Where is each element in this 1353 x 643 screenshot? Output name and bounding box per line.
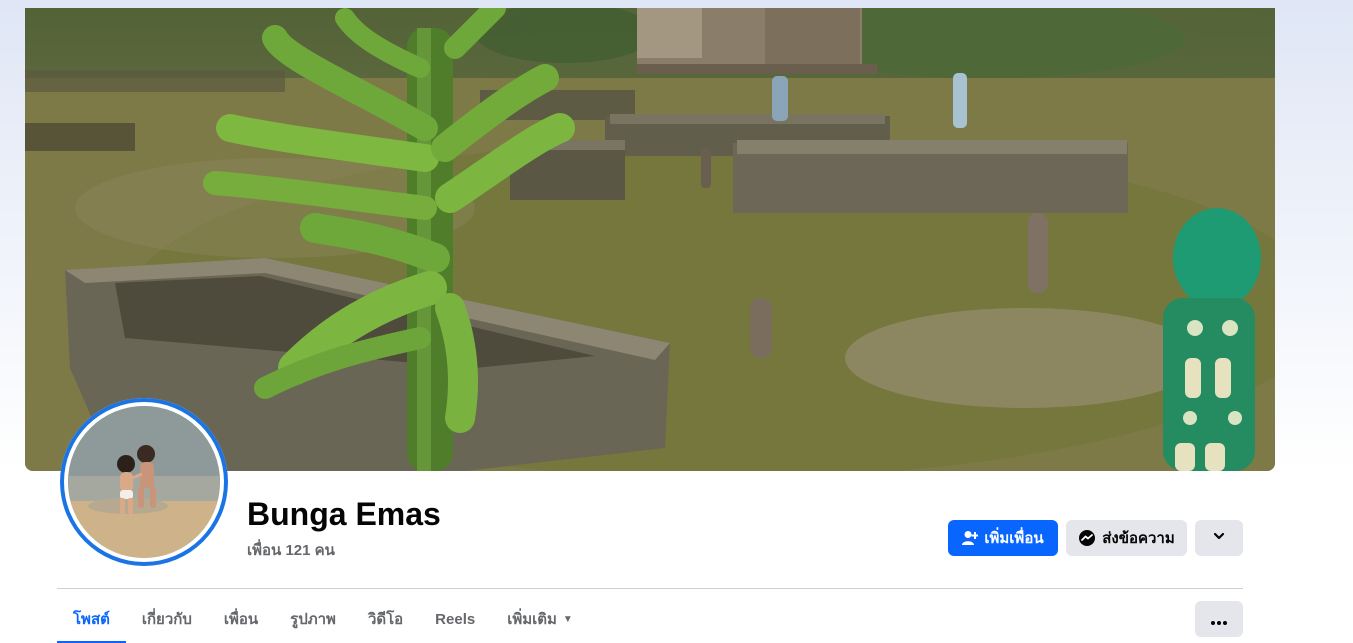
add-friend-button[interactable]: เพิ่มเพื่อน — [948, 520, 1058, 556]
tab-more[interactable]: เพิ่มเติม ▼ — [491, 600, 589, 638]
add-friend-icon — [962, 530, 979, 546]
ellipsis-icon — [1211, 609, 1227, 630]
messenger-icon — [1078, 529, 1096, 547]
tab-friends-label: เพื่อน — [223, 611, 259, 628]
message-button[interactable]: ส่งข้อความ — [1066, 520, 1187, 556]
cover-photo-scene — [25, 8, 1275, 471]
tab-videos[interactable]: วิดีโอ — [352, 600, 419, 638]
chevron-down-icon — [1212, 529, 1226, 547]
profile-avatar[interactable] — [60, 398, 228, 566]
caret-down-icon: ▼ — [562, 613, 573, 625]
tab-overflow-button[interactable] — [1195, 601, 1243, 637]
tab-posts-label: โพสต์ — [73, 611, 110, 628]
profile-name: Bunga Emas — [247, 496, 441, 532]
profile-page: Bunga Emas เพื่อน 121 คน เพิ่มเพื่อน ส่ง… — [0, 0, 1353, 643]
tab-about[interactable]: เกี่ยวกับ — [126, 600, 208, 638]
profile-tabs: โพสต์ เกี่ยวกับ เพื่อน รูปภาพ วิดีโอ Ree… — [57, 600, 589, 643]
cover-photo[interactable] — [25, 8, 1275, 471]
profile-header-divider — [57, 588, 1243, 589]
tab-friends[interactable]: เพื่อน — [208, 600, 274, 638]
tab-videos-label: วิดีโอ — [367, 611, 404, 628]
tab-photos[interactable]: รูปภาพ — [274, 600, 352, 638]
tab-posts[interactable]: โพสต์ — [57, 600, 126, 643]
tab-reels-label: Reels — [435, 610, 476, 628]
tab-more-label: เพิ่มเติม — [507, 611, 557, 628]
avatar-scene — [68, 406, 220, 558]
add-friend-label: เพิ่มเพื่อน — [984, 530, 1044, 547]
tab-photos-label: รูปภาพ — [290, 611, 336, 628]
tab-reels[interactable]: Reels — [419, 600, 491, 638]
friends-count[interactable]: เพื่อน 121 คน — [247, 538, 335, 562]
avatar-image — [68, 406, 220, 558]
message-label: ส่งข้อความ — [1102, 530, 1175, 547]
tab-about-label: เกี่ยวกับ — [141, 611, 192, 628]
more-actions-button[interactable] — [1195, 520, 1243, 556]
